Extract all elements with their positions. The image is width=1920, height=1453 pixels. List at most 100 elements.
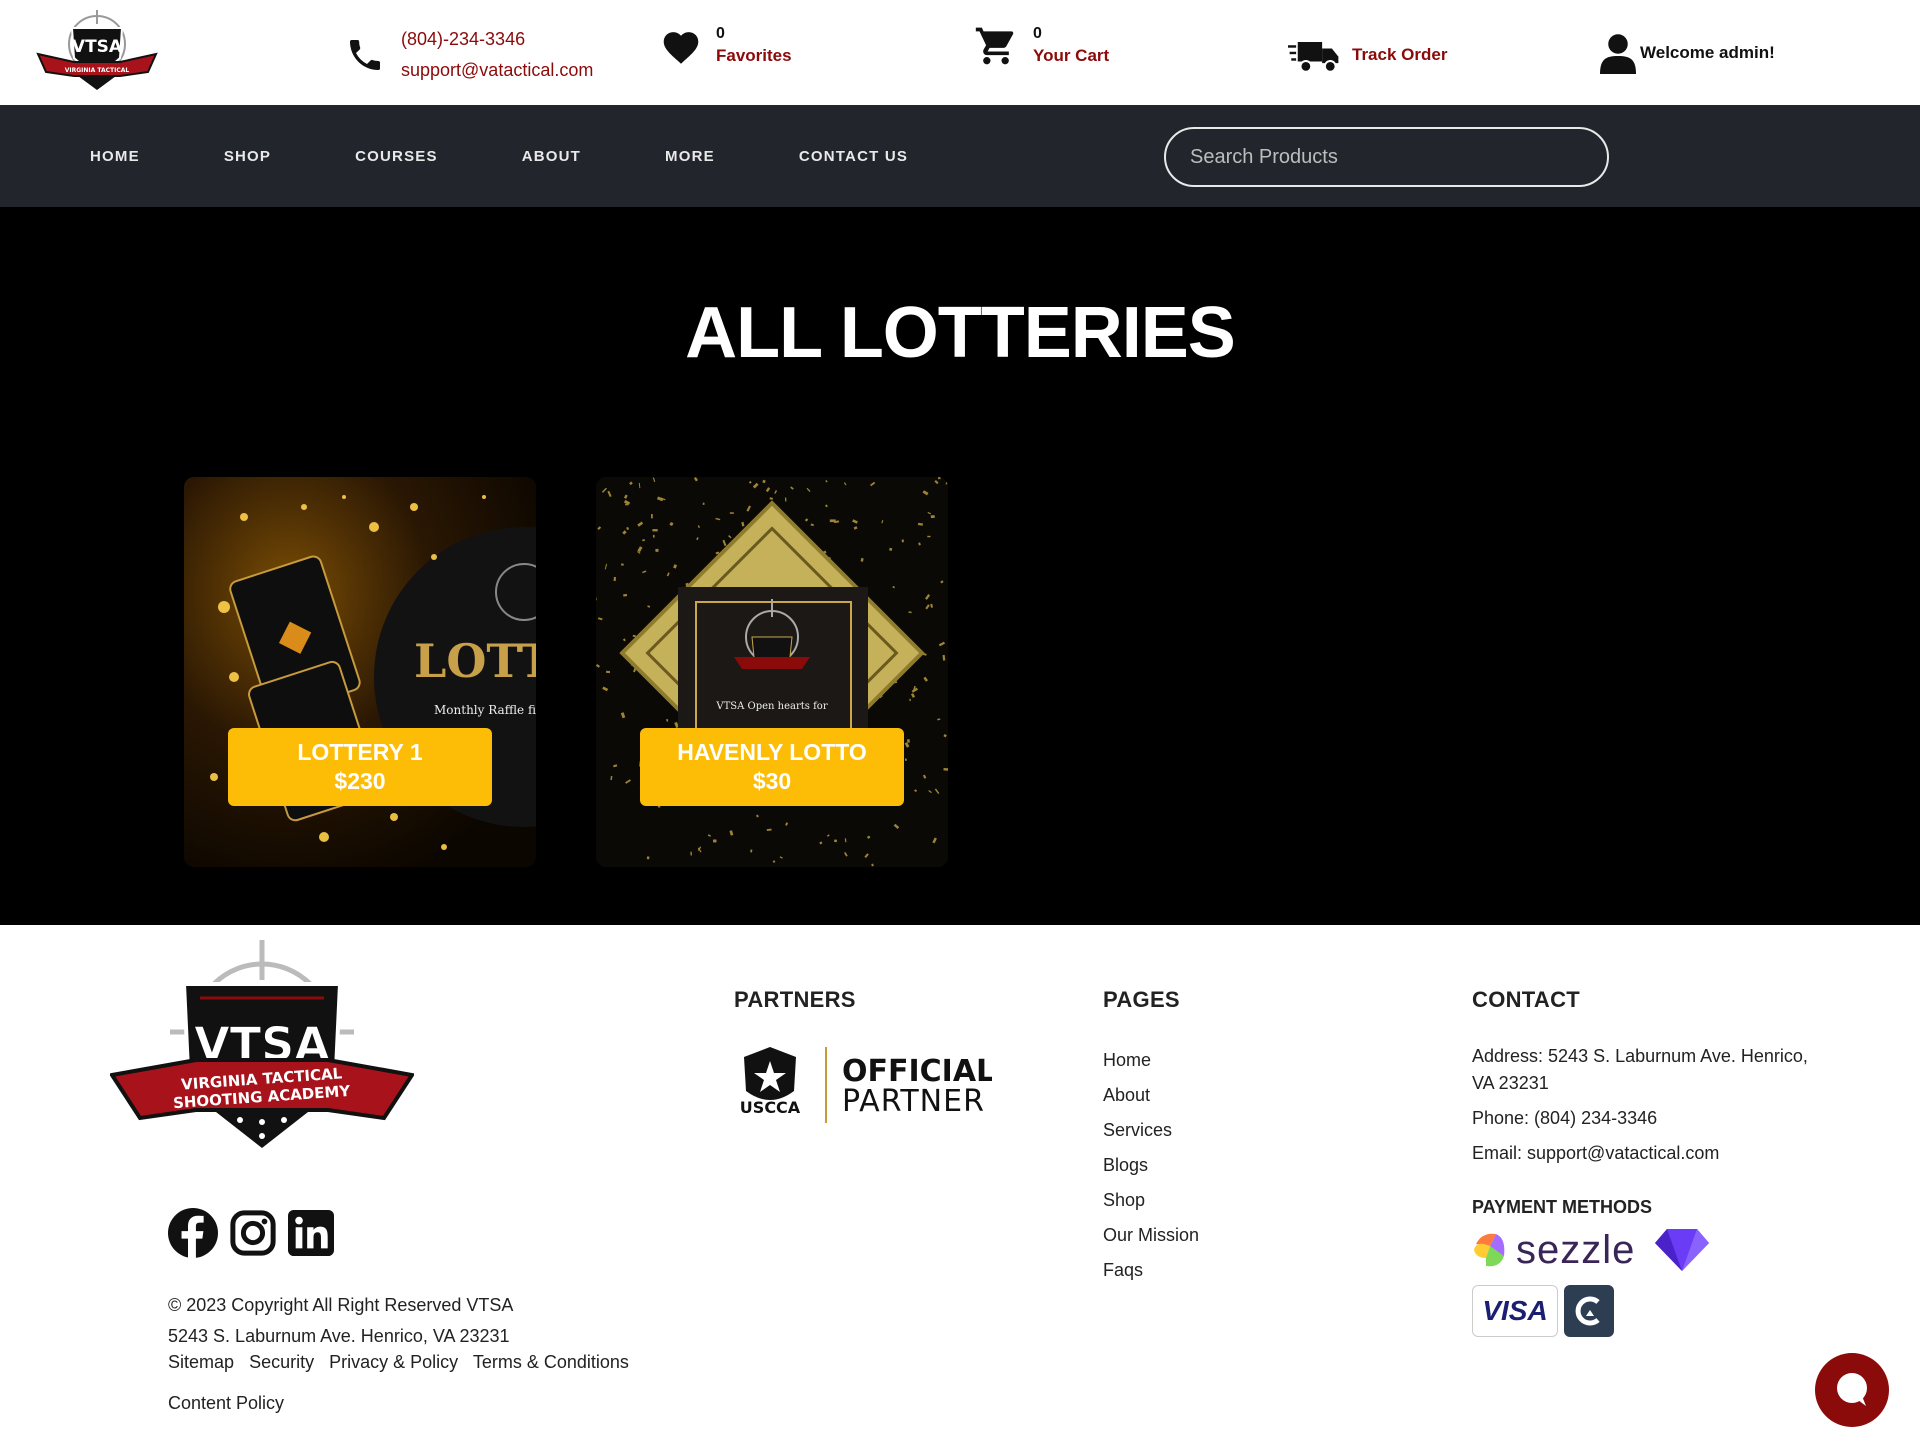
contact-info: (804)-234-3346 support@vatactical.com: [345, 24, 593, 86]
phone-icon: [350, 40, 380, 70]
contact-address: Address: 5243 S. Laburnum Ave. Henrico, …: [1472, 1046, 1808, 1093]
sezzle-logo-text: sezzle: [1516, 1227, 1636, 1272]
nav-courses[interactable]: COURSES: [355, 148, 438, 165]
footer-page-shop[interactable]: Shop: [1103, 1183, 1199, 1218]
contact-heading: CONTACT: [1472, 987, 1581, 1012]
footer-address: 5243 S. Laburnum Ave. Henrico, VA 23231: [168, 1326, 510, 1346]
footer-page-faqs[interactable]: Faqs: [1103, 1253, 1199, 1288]
confetti-piece: [909, 698, 911, 702]
sezzle-icon: [1474, 1233, 1505, 1267]
legal-links: Sitemap Security Privacy & Policy Terms …: [168, 1352, 639, 1414]
nav-shop[interactable]: SHOP: [224, 148, 271, 165]
chat-widget-button[interactable]: [1815, 1353, 1889, 1427]
security-link[interactable]: Security: [249, 1352, 314, 1372]
nav-about[interactable]: ABOUT: [522, 148, 581, 165]
main-nav: HOME SHOP COURSES ABOUT MORE CONTACT US: [0, 105, 1920, 207]
linkedin-icon[interactable]: [288, 1210, 334, 1256]
cart-count: 0: [1033, 25, 1042, 42]
social-links: [168, 1208, 346, 1258]
welcome-label: Welcome admin!: [1640, 43, 1775, 62]
payment-methods-heading: PAYMENT METHODS: [1472, 1197, 1653, 1217]
favorites-link[interactable]: 0 Favorites: [660, 24, 792, 68]
confetti-piece: [834, 839, 837, 843]
confetti-piece: [829, 519, 836, 523]
footer-page-blogs[interactable]: Blogs: [1103, 1148, 1199, 1183]
contact-details: Address: 5243 S. Laburnum Ave. Henrico, …: [1472, 1043, 1832, 1175]
confetti-piece: [904, 758, 907, 761]
diamond-pay-icon: [1655, 1229, 1710, 1271]
cherry-pay-icon: [1564, 1285, 1614, 1337]
confetti-piece: [632, 634, 636, 637]
lottery-card-1-image[interactable]: LOTT Monthly Raffle fir: [184, 477, 536, 867]
uscca-partner-logo[interactable]: USCCA OFFICIAL PARTNER: [732, 1043, 992, 1123]
email-link[interactable]: support@vatactical.com: [401, 55, 593, 86]
user-icon: [1600, 34, 1636, 74]
svg-text:VIRGINIA TACTICAL: VIRGINIA TACTICAL: [65, 67, 130, 74]
confetti-piece: [651, 513, 653, 519]
footer-page-services[interactable]: Services: [1103, 1113, 1199, 1148]
nav-more[interactable]: MORE: [665, 148, 715, 165]
nav-home[interactable]: HOME: [90, 148, 140, 165]
terms-link[interactable]: Terms & Conditions: [473, 1352, 629, 1372]
favorites-label: Favorites: [716, 46, 792, 65]
partner-text-2: PARTNER: [842, 1084, 985, 1119]
confetti-piece: [927, 535, 931, 538]
c-logo-icon: [1575, 1296, 1600, 1326]
lottery-card-2-price: $30: [752, 768, 792, 794]
partners-heading: PARTNERS: [734, 987, 856, 1012]
sitemap-link[interactable]: Sitemap: [168, 1352, 234, 1372]
track-order-link[interactable]: Track Order: [1288, 34, 1447, 76]
confetti-piece: [713, 839, 717, 843]
footer: VTSA VIRGINIA TACTICAL SHOOTING ACADEMY …: [0, 925, 1920, 1453]
pages-heading: PAGES: [1103, 987, 1180, 1012]
contact-phone[interactable]: Phone: (804) 234-3346: [1472, 1105, 1832, 1132]
instagram-icon[interactable]: [230, 1210, 276, 1256]
lottery-card-2-name: HAVENLY LOTTO: [677, 739, 867, 765]
lottery-1-image-subtext: Monthly Raffle fir: [434, 703, 536, 717]
search-input[interactable]: [1164, 127, 1609, 187]
nav-contact-us[interactable]: CONTACT US: [799, 148, 908, 165]
lottery-card-2-image[interactable]: VTSA Open hearts for: [596, 477, 948, 867]
page-title: ALL LOTTERIES: [685, 293, 1236, 373]
contact-email[interactable]: Email: support@vatactical.com: [1472, 1140, 1832, 1167]
confetti-piece: [784, 497, 787, 502]
lottery-1-artwork: LOTT Monthly Raffle fir: [184, 477, 536, 867]
payment-methods-row-2: VISA: [1472, 1285, 1614, 1337]
lottery-card-2-badge[interactable]: HAVENLY LOTTO $30: [640, 728, 904, 806]
confetti-piece: [943, 768, 948, 771]
lottery-card-1-badge[interactable]: LOTTERY 1 $230: [228, 728, 492, 806]
footer-page-home[interactable]: Home: [1103, 1043, 1199, 1078]
confetti-piece: [652, 529, 658, 532]
cart-icon: [975, 27, 1014, 65]
confetti-piece: [889, 547, 893, 551]
delivery-truck-icon: [1288, 42, 1339, 73]
privacy-policy-link[interactable]: Privacy & Policy: [329, 1352, 458, 1372]
footer-page-our-mission[interactable]: Our Mission: [1103, 1218, 1199, 1253]
footer-page-about[interactable]: About: [1103, 1078, 1199, 1113]
confetti-piece: [621, 563, 624, 566]
lottery-1-image-text: LOTT: [414, 634, 536, 688]
vtsa-logo[interactable]: VTSA VIRGINIA TACTICAL: [34, 10, 160, 94]
heart-icon: [663, 32, 699, 64]
facebook-icon[interactable]: [168, 1208, 218, 1258]
lottery-card-1-name: LOTTERY 1: [297, 739, 423, 765]
lottery-2-artwork: VTSA Open hearts for: [596, 477, 948, 867]
favorites-count: 0: [716, 25, 725, 42]
content-policy-link[interactable]: Content Policy: [168, 1393, 284, 1413]
track-order-label: Track Order: [1352, 45, 1448, 64]
confetti-piece: [655, 548, 659, 553]
footer-vtsa-logo[interactable]: VTSA VIRGINIA TACTICAL SHOOTING ACADEMY: [110, 940, 414, 1150]
chat-bubble-icon: [1837, 1373, 1867, 1406]
confetti-piece: [702, 502, 705, 505]
partner-brand: USCCA: [740, 1098, 801, 1117]
cart-link[interactable]: 0 Your Cart: [973, 24, 1109, 68]
confetti-piece: [938, 477, 941, 480]
payment-methods-row-1: sezzle: [1472, 1227, 1711, 1273]
confetti-piece: [613, 576, 616, 582]
visa-logo: VISA: [1472, 1285, 1558, 1337]
confetti-piece: [652, 534, 655, 538]
user-account-link[interactable]: Welcome admin!: [1600, 32, 1775, 74]
pages-list: Home About Services Blogs Shop Our Missi…: [1103, 1043, 1199, 1288]
phone-link[interactable]: (804)-234-3346: [401, 24, 593, 55]
confetti-piece: [729, 512, 734, 514]
